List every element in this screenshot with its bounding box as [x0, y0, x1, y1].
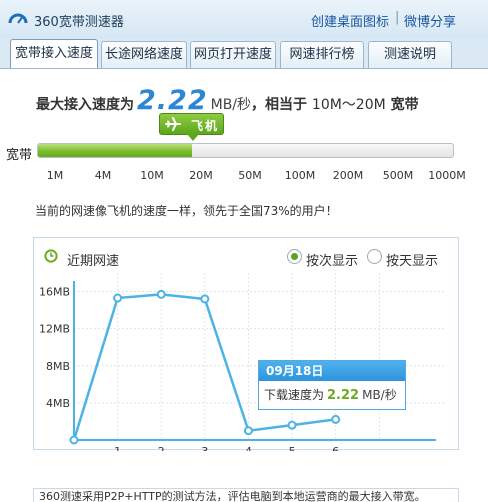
- tooltip-date: 09月18日: [259, 361, 405, 381]
- scale-tick: 200M: [332, 169, 364, 182]
- tooltip-unit: MB/秒: [362, 388, 397, 402]
- scale-tick: 50M: [238, 169, 262, 182]
- bandwidth-label: 宽带: [6, 148, 33, 163]
- x-tick-label: 4: [245, 445, 252, 451]
- speed-summary: 最大接入速度为 2.22 MB/秒，相当于 10M～20M 宽带: [36, 85, 419, 116]
- airplane-icon: [165, 117, 181, 131]
- bandwidth-bar: [37, 143, 454, 158]
- tab-page-open-speed[interactable]: 网页打开速度: [190, 41, 276, 68]
- speed-middle: ，相当于: [251, 97, 308, 113]
- bandwidth-scale: 1M 4M 10M 20M 50M 100M 200M 500M 1000M: [0, 169, 488, 185]
- y-tick-label: 16MB: [39, 286, 70, 299]
- speed-prefix: 最大接入速度为: [36, 97, 134, 113]
- x-tick-label: 5: [289, 445, 296, 451]
- bandwidth-bar-fill: [38, 144, 192, 157]
- y-tick-label: 8MB: [46, 360, 70, 373]
- x-tick-label: 3: [201, 445, 208, 451]
- tab-speed-ranking[interactable]: 网速排行榜: [280, 41, 364, 68]
- badge-label: 飞机: [191, 119, 220, 133]
- weibo-share-link[interactable]: 微博分享: [404, 11, 456, 30]
- speed-value: 2.22: [137, 85, 208, 116]
- tab-long-distance-speed[interactable]: 长途网络速度: [101, 41, 187, 68]
- tab-access-speed[interactable]: 宽带接入速度: [10, 39, 98, 69]
- link-separator: |: [395, 10, 400, 25]
- data-point: [331, 414, 341, 424]
- scale-tick: 500M: [382, 169, 414, 182]
- data-point: [156, 289, 166, 299]
- speed-level-badge: 飞机: [159, 113, 224, 141]
- speed-unit: MB/秒: [210, 97, 252, 113]
- data-point: [243, 426, 253, 436]
- speedometer-icon: [8, 13, 28, 24]
- scale-tick: 10M: [140, 169, 164, 182]
- method-footnote: 360测速采用P2P+HTTP的测试方法，评估电脑到本地运营商的最大接入带宽。: [33, 488, 459, 502]
- scale-tick: 4M: [94, 169, 112, 182]
- scale-tick: 100M: [284, 169, 316, 182]
- x-tick-label: 1: [114, 445, 121, 451]
- data-point: [287, 420, 297, 430]
- data-point: [200, 294, 210, 304]
- speed-history-chart: 近期网速 按次显示 按天显示 16MB12MB8MB4MB123456: [33, 237, 459, 451]
- tooltip-label: 下载速度为: [264, 388, 325, 402]
- speed-range: 10M～20M: [311, 97, 386, 113]
- chart-plot: 16MB 12MB 8MB 4MB 1 2 3 4 5 6: [39, 273, 446, 451]
- data-point: [113, 293, 123, 303]
- tab-test-instructions[interactable]: 测速说明: [368, 41, 452, 68]
- tooltip-value: 2.22: [327, 388, 360, 403]
- speed-suffix: 宽带: [390, 97, 419, 113]
- tooltip-body: 下载速度为 2.22 MB/秒: [259, 381, 405, 410]
- app-title: 360宽带测速器: [34, 15, 124, 30]
- y-tick-label: 4MB: [46, 397, 70, 410]
- data-point: [69, 435, 79, 445]
- scale-tick: 1000M: [428, 169, 466, 182]
- x-tick-label: 6: [332, 445, 339, 451]
- speed-description: 当前的网速像飞机的速度一样，领先于全国73%的用户！: [35, 204, 338, 218]
- create-shortcut-link[interactable]: 创建桌面图标: [311, 11, 389, 30]
- tab-bar: 宽带接入速度 长途网络速度 网页打开速度 网速排行榜 测速说明: [0, 38, 488, 69]
- scale-tick: 20M: [189, 169, 213, 182]
- title-bar: 360宽带测速器 创建桌面图标 | 微博分享: [0, 0, 488, 38]
- y-tick-label: 12MB: [39, 323, 70, 336]
- chart-tooltip: 09月18日 下载速度为 2.22 MB/秒: [258, 360, 406, 410]
- main-panel: 最大接入速度为 2.22 MB/秒，相当于 10M～20M 宽带 飞机 宽带 1M 4…: [0, 68, 488, 502]
- x-tick-label: 2: [158, 445, 165, 451]
- scale-tick: 1M: [46, 169, 64, 182]
